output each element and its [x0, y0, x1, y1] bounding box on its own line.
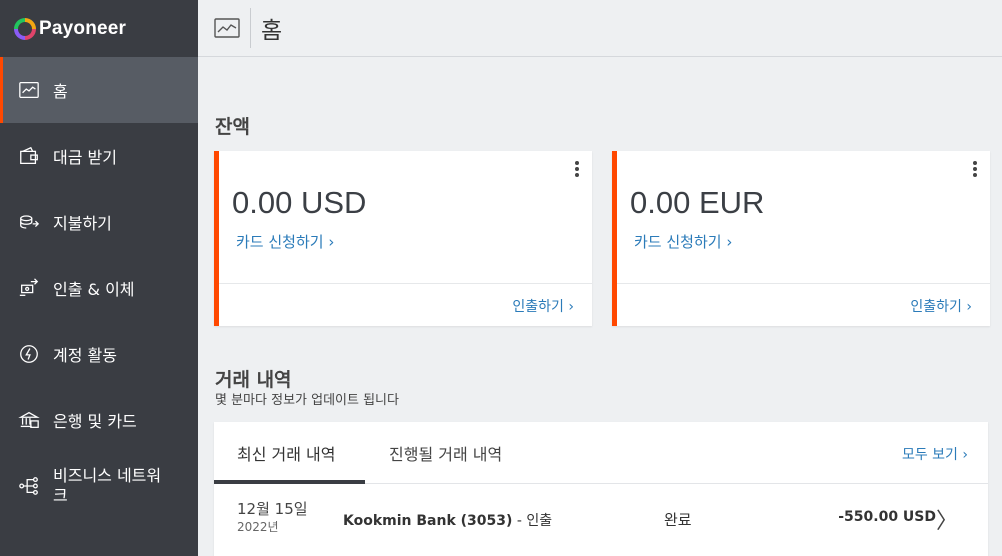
sidebar-item-receive-payment[interactable]: 대금 받기 — [0, 123, 198, 189]
coins-send-icon — [17, 210, 41, 234]
more-options-icon[interactable] — [574, 161, 580, 179]
transaction-amount: -550.00 USD — [838, 509, 936, 525]
payoneer-logo-ring-icon — [14, 17, 36, 40]
sidebar-item-label: 지불하기 — [53, 214, 112, 233]
wallet-icon — [17, 144, 41, 168]
transactions-tabs: 최신 거래 내역 진행될 거래 내역 모두 보기 › — [214, 422, 988, 484]
view-all-link[interactable]: 모두 보기 › — [902, 444, 968, 464]
sidebar-item-label: 은행 및 카드 — [53, 412, 137, 431]
transaction-type: - 인출 — [512, 513, 553, 529]
withdraw-link[interactable]: 인출하기 › — [512, 296, 574, 316]
sidebar: Payoneer 홈 대금 받기 지불하기 인출 & 이체 계정 활동 은행 및… — [0, 0, 198, 556]
page-header: 홈 — [198, 0, 1002, 57]
tab-recent-transactions[interactable]: 최신 거래 내역 — [237, 441, 336, 465]
activity-icon — [17, 342, 41, 366]
sidebar-item-banks-cards[interactable]: 은행 및 카드 — [0, 387, 198, 453]
active-tab-indicator — [214, 480, 365, 484]
network-icon — [17, 474, 41, 498]
transaction-date: 12월 15일 — [237, 500, 308, 518]
sidebar-item-label: 비즈니스 네트워크 — [53, 466, 162, 505]
dashboard-chart-icon — [17, 78, 41, 102]
transaction-year: 2022년 — [237, 520, 279, 534]
header-divider — [250, 8, 251, 48]
transaction-bank: Kookmin Bank (3053) — [343, 513, 513, 529]
balance-card-usd: 0.00 USD 카드 신청하기 › 인출하기 › — [214, 151, 592, 326]
main-content: 잔액 0.00 USD 카드 신청하기 › 인출하기 › 0.00 EUR 카드… — [198, 57, 1002, 556]
transactions-subtitle: 몇 분마다 정보가 업데이트 됩니다 — [215, 393, 399, 408]
sidebar-item-label: 계정 활동 — [53, 346, 117, 365]
sidebar-item-label: 인출 & 이체 — [53, 280, 135, 299]
apply-card-link[interactable]: 카드 신청하기 › — [634, 231, 732, 252]
balance-amount: 0.00 EUR — [630, 185, 765, 220]
balance-title: 잔액 — [215, 116, 250, 138]
dashboard-chart-icon — [214, 17, 240, 39]
sidebar-item-label: 홈 — [53, 82, 68, 101]
sidebar-item-label: 대금 받기 — [53, 148, 117, 167]
transaction-status: 완료 — [664, 511, 692, 529]
balance-amount: 0.00 USD — [232, 185, 367, 220]
apply-card-link[interactable]: 카드 신청하기 › — [236, 231, 334, 252]
tab-upcoming-transactions[interactable]: 진행될 거래 내역 — [389, 441, 502, 465]
sidebar-item-business-network[interactable]: 비즈니스 네트워크 — [0, 453, 198, 519]
transactions-panel: 최신 거래 내역 진행될 거래 내역 모두 보기 › 12월 15일 2022년… — [214, 422, 988, 556]
sidebar-item-home[interactable]: 홈 — [0, 57, 198, 123]
payoneer-logo[interactable]: Payoneer — [0, 0, 198, 57]
card-divider — [219, 283, 592, 284]
chevron-right-icon[interactable]: 〉 — [936, 503, 958, 535]
page-title: 홈 — [261, 18, 283, 44]
more-options-icon[interactable] — [972, 161, 978, 179]
withdraw-link[interactable]: 인출하기 › — [910, 296, 972, 316]
table-row[interactable]: 12월 15일 2022년 Kookmin Bank (3053) - 인출 완… — [214, 485, 988, 547]
sidebar-item-pay[interactable]: 지불하기 — [0, 189, 198, 255]
sidebar-item-withdraw-transfer[interactable]: 인출 & 이체 — [0, 255, 198, 321]
logo-text: Payoneer — [39, 17, 127, 39]
transactions-title: 거래 내역 — [215, 369, 292, 391]
transaction-description: Kookmin Bank (3053) - 인출 — [343, 510, 552, 530]
transfer-icon — [17, 276, 41, 300]
sidebar-item-account-activity[interactable]: 계정 활동 — [0, 321, 198, 387]
card-divider — [617, 283, 990, 284]
balance-card-eur: 0.00 EUR 카드 신청하기 › 인출하기 › — [612, 151, 990, 326]
bank-icon — [17, 408, 41, 432]
